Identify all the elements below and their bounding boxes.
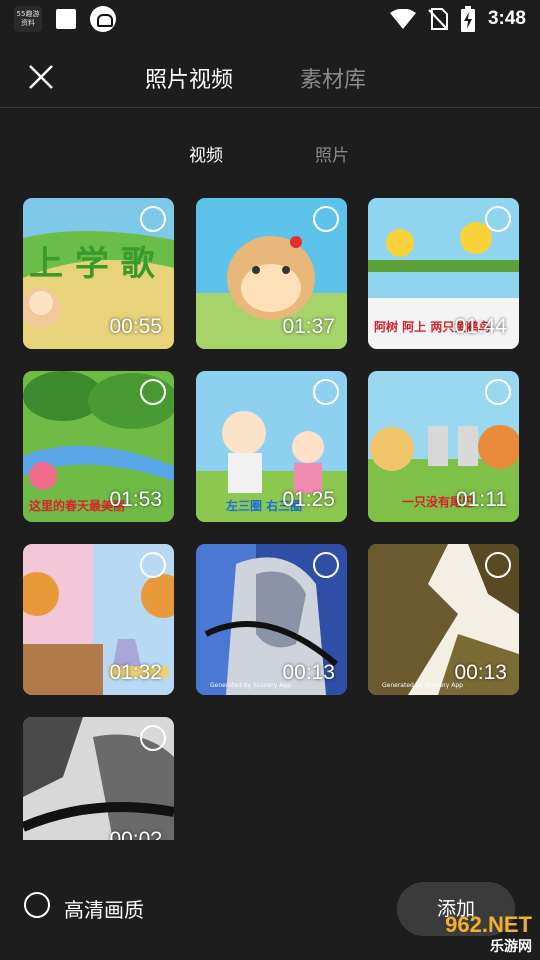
video-grid: 上 学 歌 00:55 01:37 阿树 阿上 两只黄鹂鸟 01:44 这里的春…	[0, 0, 540, 840]
video-duration: 01:37	[282, 315, 335, 338]
video-tile[interactable]: 一只没有尾巴 01:11	[368, 371, 519, 522]
video-tile[interactable]: 00:0?	[23, 717, 174, 840]
video-tile[interactable]: 上 学 歌 00:55	[23, 198, 174, 349]
video-duration: 01:25	[282, 488, 335, 511]
video-tile[interactable]: 01:32	[23, 544, 174, 695]
hd-quality-radio[interactable]	[24, 892, 50, 918]
video-tile[interactable]: 01:37	[196, 198, 347, 349]
select-checkbox[interactable]	[485, 379, 511, 405]
video-duration: 01:44	[454, 315, 507, 338]
select-checkbox[interactable]	[140, 725, 166, 751]
video-duration: 00:0?	[109, 828, 162, 840]
watermark-logo-text: 962.NET	[445, 912, 532, 937]
generated-by-label: Generated by Scenery App	[210, 682, 291, 689]
generated-by-label: Generated by Scenery App	[382, 682, 463, 689]
video-duration: 00:55	[109, 315, 162, 338]
video-tile[interactable]: 阿树 阿上 两只黄鹂鸟 01:44	[368, 198, 519, 349]
thumbnail-title: 上 学 歌	[29, 244, 155, 284]
video-tile[interactable]: 这里的春天最美丽 01:53	[23, 371, 174, 522]
video-duration: 00:13	[282, 661, 335, 684]
select-checkbox[interactable]	[485, 552, 511, 578]
watermark-sub-text: 乐游网	[490, 939, 532, 955]
select-checkbox[interactable]	[485, 206, 511, 232]
select-checkbox[interactable]	[140, 552, 166, 578]
video-duration: 01:32	[109, 661, 162, 684]
select-checkbox[interactable]	[313, 552, 339, 578]
video-tile[interactable]: Generated by Scenery App 00:13	[196, 544, 347, 695]
video-duration: 01:11	[456, 488, 507, 511]
video-tile[interactable]: Generated by Scenery App 00:13	[368, 544, 519, 695]
select-checkbox[interactable]	[140, 206, 166, 232]
select-checkbox[interactable]	[313, 206, 339, 232]
site-watermark: 962.NET 乐游网	[400, 908, 540, 960]
video-tile[interactable]: 左三圈 右三圈 01:25	[196, 371, 347, 522]
hd-quality-label[interactable]: 高清画质	[64, 894, 144, 923]
select-checkbox[interactable]	[313, 379, 339, 405]
video-duration: 01:53	[109, 488, 162, 511]
select-checkbox[interactable]	[140, 379, 166, 405]
video-duration: 00:13	[454, 661, 507, 684]
